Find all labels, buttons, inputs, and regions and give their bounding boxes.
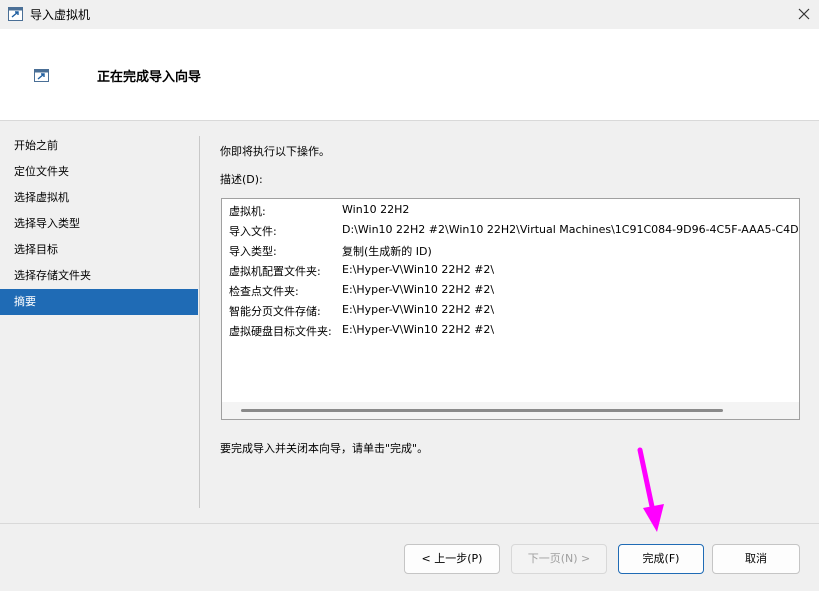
- finish-instruction: 要完成导入并关闭本向导，请单击"完成"。: [220, 442, 429, 455]
- summary-value: D:\Win10 22H2 #2\Win10 22H2\Virtual Mach…: [342, 223, 800, 236]
- summary-value: E:\Hyper-V\Win10 22H2 #2\: [342, 303, 495, 316]
- summary-value: E:\Hyper-V\Win10 22H2 #2\: [342, 283, 495, 296]
- nav-step-storage-folders[interactable]: 选择存储文件夹: [0, 263, 198, 289]
- summary-value: E:\Hyper-V\Win10 22H2 #2\: [342, 323, 495, 336]
- description-textbox[interactable]: 虚拟机: Win10 22H2 导入文件: D:\Win10 22H2 #2\W…: [221, 198, 800, 420]
- nav-step-before-you-begin[interactable]: 开始之前: [0, 133, 198, 159]
- back-button[interactable]: < 上一步(P): [404, 544, 500, 574]
- close-icon[interactable]: [794, 4, 814, 24]
- next-button[interactable]: 下一页(N) >: [511, 544, 607, 574]
- summary-key: 虚拟机:: [229, 205, 266, 218]
- summary-key: 虚拟机配置文件夹:: [229, 265, 321, 278]
- summary-key: 虚拟硬盘目标文件夹:: [229, 325, 332, 338]
- wizard-header: 正在完成导入向导: [0, 29, 819, 121]
- nav-step-summary[interactable]: 摘要: [0, 289, 198, 315]
- summary-key: 检查点文件夹:: [229, 285, 299, 298]
- page-heading: 正在完成导入向导: [97, 70, 202, 85]
- window-title: 导入虚拟机: [30, 8, 91, 22]
- footer-divider: [0, 523, 819, 524]
- scrollbar-thumb[interactable]: [241, 409, 723, 412]
- summary-key: 导入文件:: [229, 225, 277, 238]
- summary-value: E:\Hyper-V\Win10 22H2 #2\: [342, 263, 495, 276]
- horizontal-scrollbar[interactable]: [222, 402, 799, 419]
- nav-step-locate-folder[interactable]: 定位文件夹: [0, 159, 198, 185]
- summary-key: 智能分页文件存储:: [229, 305, 321, 318]
- summary-value: Win10 22H2: [342, 203, 410, 216]
- nav-step-import-type[interactable]: 选择导入类型: [0, 211, 198, 237]
- summary-value: 复制(生成新的 ID): [342, 245, 432, 258]
- nav-step-select-vm[interactable]: 选择虚拟机: [0, 185, 198, 211]
- nav-divider: [199, 136, 200, 508]
- annotation-arrow-icon: [637, 447, 664, 532]
- intro-text: 你即将执行以下操作。: [220, 145, 330, 158]
- title-bar: 导入虚拟机: [0, 0, 819, 29]
- finish-button[interactable]: 完成(F): [618, 544, 704, 574]
- cancel-button[interactable]: 取消: [712, 544, 800, 574]
- wizard-icon: [34, 69, 49, 82]
- summary-key: 导入类型:: [229, 245, 277, 258]
- import-vm-icon: [8, 7, 23, 21]
- wizard-steps-nav: 开始之前 定位文件夹 选择虚拟机 选择导入类型 选择目标 选择存储文件夹 摘要: [0, 133, 198, 315]
- nav-step-destination[interactable]: 选择目标: [0, 237, 198, 263]
- description-label: 描述(D):: [220, 173, 263, 186]
